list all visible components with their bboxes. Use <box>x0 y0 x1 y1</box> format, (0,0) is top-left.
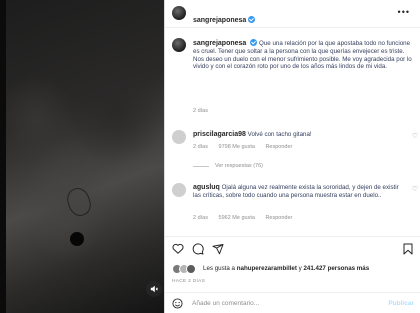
liker-avatar <box>186 264 196 274</box>
publish-button[interactable]: Publicar <box>388 300 414 307</box>
comment-icon[interactable] <box>192 243 204 255</box>
view-replies-label: Ver respuestas (76) <box>215 163 263 169</box>
comment-username[interactable]: agusluq <box>193 184 220 191</box>
post-header: sangrejaponesa ••• <box>165 0 420 28</box>
speaker-icon <box>150 285 158 293</box>
caption-avatar[interactable] <box>172 38 186 52</box>
action-bar <box>165 236 420 258</box>
view-replies-button[interactable]: Ver respuestas (76) <box>193 163 263 169</box>
verified-badge-icon <box>248 16 256 23</box>
post-timestamp[interactable]: HACE 2 DÍAS <box>172 279 205 284</box>
reply-button[interactable]: Responder <box>265 144 292 150</box>
dark-spot <box>70 232 84 246</box>
likes-count[interactable]: 241.427 personas más <box>303 265 369 272</box>
replies-line <box>193 165 209 167</box>
comment-text: Ojalá alguna vez realmente exista la sor… <box>193 184 399 199</box>
liker-avatars <box>172 264 202 274</box>
instagram-post-modal: sangrejaponesa ••• sangrejaponesa Que un… <box>0 0 420 313</box>
likes-connector: y <box>298 265 302 272</box>
likes-prefix: Les gusta a <box>203 265 235 272</box>
comment-time[interactable]: 2 días <box>193 144 208 150</box>
post-media[interactable] <box>6 0 164 313</box>
comment-likes[interactable]: 9798 Me gusta <box>219 144 255 150</box>
like-comment-heart-icon[interactable]: ♡ <box>412 185 418 193</box>
likes-user[interactable]: nahuperezarambillet <box>237 265 297 272</box>
comment-input[interactable] <box>192 298 372 309</box>
likes-summary: Les gusta a nahuperezarambillet y 241.42… <box>165 262 420 276</box>
author-username[interactable]: sangrejaponesa <box>193 17 246 24</box>
post-side-panel: sangrejaponesa ••• sangrejaponesa Que un… <box>165 0 420 313</box>
comment-text: Volvé con tacho gitana! <box>247 131 312 138</box>
comment-time[interactable]: 2 días <box>193 215 208 221</box>
caption-username[interactable]: sangrejaponesa <box>193 40 246 47</box>
photo <box>6 0 164 313</box>
author-avatar[interactable] <box>172 6 186 20</box>
heart-icon[interactable] <box>172 243 184 254</box>
bookmark-icon[interactable] <box>403 243 413 255</box>
commenter-avatar[interactable] <box>172 130 186 144</box>
share-icon[interactable] <box>212 243 224 255</box>
like-comment-heart-icon[interactable]: ♡ <box>412 132 418 140</box>
audio-toggle-button[interactable] <box>146 281 162 297</box>
verified-badge-icon <box>250 39 258 46</box>
caption-time[interactable]: 2 días <box>193 108 208 114</box>
comment-username[interactable]: priscilagarcia98 <box>193 131 246 138</box>
commenter-avatar[interactable] <box>172 183 186 197</box>
reply-button[interactable]: Responder <box>265 215 292 221</box>
emoji-icon[interactable] <box>172 298 183 309</box>
comment-likes[interactable]: 5962 Me gusta <box>219 215 255 221</box>
add-comment-bar: Publicar <box>165 292 420 313</box>
more-options-icon[interactable]: ••• <box>398 7 410 17</box>
